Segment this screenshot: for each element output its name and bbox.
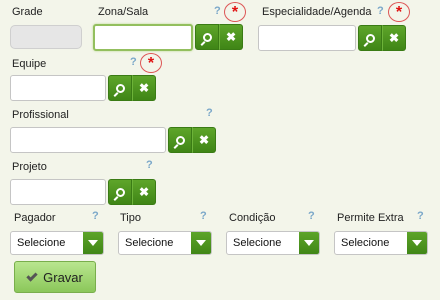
zona-sala-clear-button[interactable]: ✖: [219, 24, 243, 50]
condicao-help-icon[interactable]: ?: [308, 210, 315, 222]
chevron-down-icon: [191, 232, 211, 254]
search-icon: [115, 83, 125, 93]
zona-sala-search-button[interactable]: [195, 24, 219, 50]
chevron-down-icon: [407, 232, 427, 254]
zona-sala-label: Zona/Sala: [98, 6, 149, 18]
tipo-select[interactable]: Selecione: [118, 231, 212, 255]
especialidade-required-icon: *: [388, 2, 410, 22]
projeto-clear-button[interactable]: ✖: [132, 179, 156, 205]
projeto-input[interactable]: [10, 179, 106, 205]
equipe-clear-button[interactable]: ✖: [132, 75, 156, 101]
condicao-label: Condição: [229, 212, 276, 224]
chevron-down-icon: [83, 232, 103, 254]
close-icon: ✖: [225, 30, 237, 44]
condicao-select[interactable]: Selecione: [226, 231, 320, 255]
projeto-label: Projeto: [12, 161, 47, 173]
equipe-input[interactable]: [10, 75, 106, 101]
pagador-select[interactable]: Selecione: [10, 231, 104, 255]
close-icon: ✖: [388, 31, 400, 45]
projeto-search-button[interactable]: [108, 179, 132, 205]
pagador-select-value: Selecione: [17, 237, 66, 249]
grade-label: Grade: [12, 6, 43, 18]
checkmark-icon: [26, 269, 38, 282]
zona-sala-input[interactable]: [93, 24, 193, 51]
especialidade-help-icon[interactable]: ?: [377, 5, 384, 17]
permite-extra-select-value: Selecione: [341, 237, 390, 249]
equipe-search-button[interactable]: [108, 75, 132, 101]
search-icon: [202, 32, 212, 42]
close-icon: ✖: [198, 133, 210, 147]
save-button[interactable]: Gravar: [14, 261, 96, 293]
profissional-label: Profissional: [12, 109, 69, 121]
permite-extra-help-icon[interactable]: ?: [417, 210, 424, 222]
especialidade-label: Especialidade/Agenda: [262, 6, 372, 18]
tipo-help-icon[interactable]: ?: [200, 210, 207, 222]
equipe-help-icon[interactable]: ?: [130, 56, 137, 68]
permite-extra-label: Permite Extra: [337, 212, 404, 224]
profissional-search-button[interactable]: [168, 127, 192, 153]
profissional-input[interactable]: [10, 127, 166, 153]
equipe-required-icon: *: [140, 53, 162, 73]
search-icon: [175, 135, 185, 145]
projeto-help-icon[interactable]: ?: [146, 159, 153, 171]
save-button-label: Gravar: [43, 269, 83, 285]
zona-sala-help-icon[interactable]: ?: [214, 5, 221, 17]
tipo-select-value: Selecione: [125, 237, 174, 249]
tipo-label: Tipo: [120, 212, 141, 224]
especialidade-clear-button[interactable]: ✖: [382, 25, 406, 51]
close-icon: ✖: [138, 81, 150, 95]
profissional-help-icon[interactable]: ?: [206, 107, 213, 119]
condicao-select-value: Selecione: [233, 237, 282, 249]
pagador-help-icon[interactable]: ?: [92, 210, 99, 222]
zona-sala-required-icon: *: [224, 2, 246, 22]
pagador-label: Pagador: [14, 212, 56, 224]
profissional-clear-button[interactable]: ✖: [192, 127, 216, 153]
equipe-label: Equipe: [12, 58, 47, 70]
especialidade-input[interactable]: [258, 25, 356, 51]
chevron-down-icon: [299, 232, 319, 254]
search-icon: [365, 33, 375, 43]
grade-input: [10, 25, 82, 49]
close-icon: ✖: [138, 185, 150, 199]
permite-extra-select[interactable]: Selecione: [334, 231, 428, 255]
especialidade-search-button[interactable]: [358, 25, 382, 51]
search-icon: [115, 187, 125, 197]
